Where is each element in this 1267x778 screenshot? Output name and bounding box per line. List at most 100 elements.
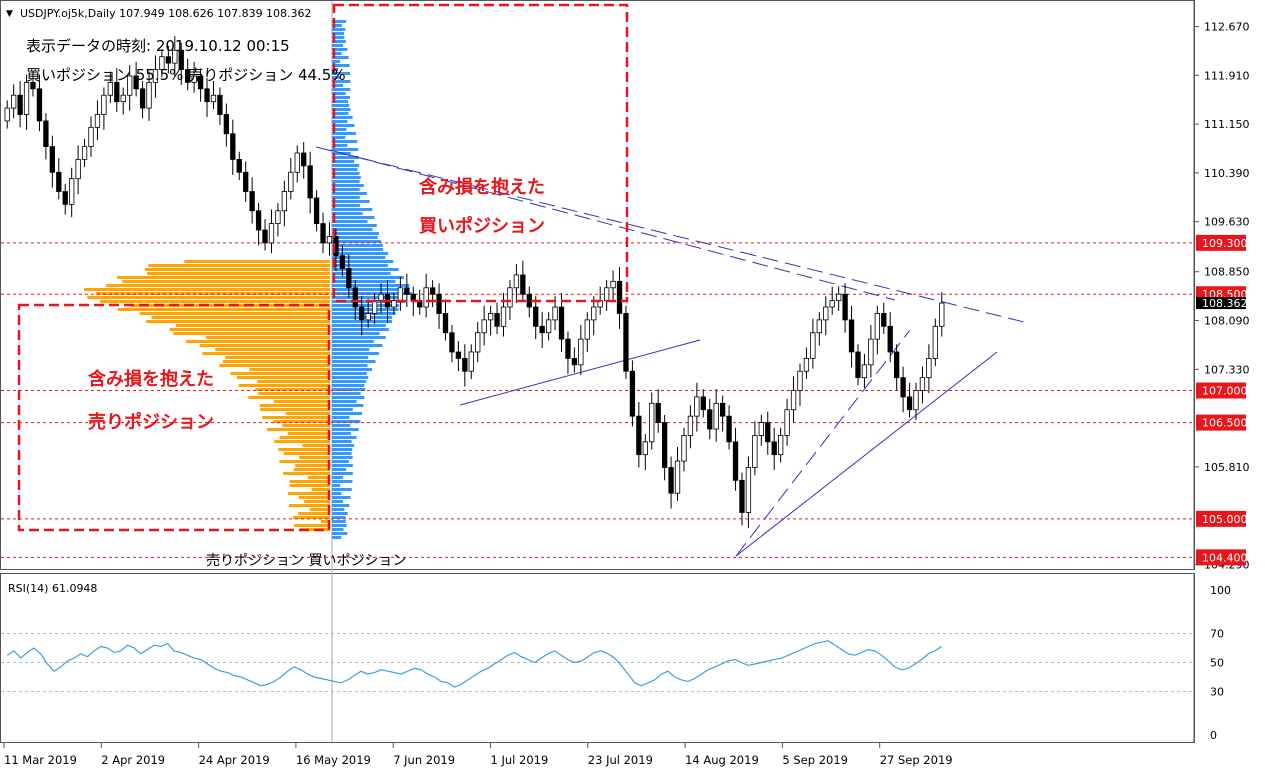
level-tag-label: 105.000 xyxy=(1202,513,1248,526)
candle-body xyxy=(771,441,777,456)
candle-body xyxy=(932,325,938,359)
buy-profile-bar xyxy=(332,224,377,227)
buy-profile-bar xyxy=(332,212,363,215)
candle-body xyxy=(404,287,410,295)
sell-profile-bar xyxy=(287,432,330,435)
buy-profile-bar xyxy=(332,104,350,107)
buy-profile-bar xyxy=(332,364,368,367)
candle-body xyxy=(365,313,371,321)
candle-body xyxy=(120,94,126,103)
time-tick-label: 11 Mar 2019 xyxy=(4,753,77,767)
buy-profile-bar xyxy=(332,396,365,399)
level-tag-label: 104.400 xyxy=(1202,551,1248,564)
time-tick-label: 24 Apr 2019 xyxy=(199,753,270,767)
sell-profile-bar xyxy=(287,492,330,495)
time-tick-label: 23 Jul 2019 xyxy=(588,753,653,767)
candle-body xyxy=(49,146,55,173)
price-tick-label: 107.330 xyxy=(1204,363,1250,376)
buy-profile-bar xyxy=(332,248,384,251)
candle-body xyxy=(500,306,507,327)
candle-body xyxy=(301,152,307,167)
price-tick-label: 111.910 xyxy=(1204,69,1250,82)
candle-body xyxy=(565,338,571,359)
buy-profile-bar xyxy=(332,508,345,511)
candle-body xyxy=(545,319,552,334)
sell-profile-bar xyxy=(139,312,330,315)
candle-body xyxy=(539,325,545,334)
sell-profile-bar xyxy=(257,380,330,383)
sell-profile-bar xyxy=(302,444,330,447)
sell-profile-bar xyxy=(147,272,330,275)
buy-profile-bar xyxy=(332,484,341,487)
sell-profile-bar xyxy=(279,460,330,463)
buy-profile-bar xyxy=(332,120,348,123)
candle-body xyxy=(894,351,900,379)
buy-profile-bar xyxy=(332,124,355,127)
candle-body xyxy=(939,302,945,327)
sell-profile-bar xyxy=(122,280,330,283)
candle-body xyxy=(339,255,346,269)
sell-profile-bar xyxy=(238,384,330,387)
sell-profile-bar xyxy=(184,260,330,263)
candle-body xyxy=(139,88,146,109)
candle-body xyxy=(146,81,152,109)
buy-profile-bar xyxy=(332,220,368,223)
time-tick-label: 14 Aug 2019 xyxy=(685,753,759,767)
sell-profile-bar xyxy=(106,284,330,287)
candle-body xyxy=(674,460,681,494)
dropdown-arrow-icon[interactable]: ▼ xyxy=(6,9,13,19)
buy-profile-bar xyxy=(332,132,356,135)
rsi-grid xyxy=(1,633,1194,692)
time-tick-label: 1 Jul 2019 xyxy=(491,753,549,767)
candle-body xyxy=(23,81,30,115)
candle-body xyxy=(719,402,726,417)
candle-body xyxy=(571,357,578,366)
sell-profile-bar xyxy=(298,496,330,499)
sell-profile-bar xyxy=(259,408,330,411)
time-tick-label: 2 Apr 2019 xyxy=(101,753,165,767)
candle-body xyxy=(649,402,655,443)
candle-body xyxy=(636,415,642,456)
sell-profile-bar xyxy=(144,268,330,271)
rsi-tick-label: 70 xyxy=(1210,628,1224,641)
candle-body xyxy=(4,107,10,122)
sell-profile-bar xyxy=(298,512,330,515)
buy-profile-bar xyxy=(332,360,376,363)
candle-body xyxy=(816,319,822,334)
sell-profile-bar xyxy=(222,360,330,363)
candle-body xyxy=(449,332,455,353)
candle-body xyxy=(36,88,43,122)
price-tick-label: 108.090 xyxy=(1204,315,1250,328)
sell-profile-bar xyxy=(199,344,330,347)
buy-profile-bar xyxy=(332,288,404,291)
sell-profile-bar xyxy=(279,436,330,439)
candle-body xyxy=(397,287,404,302)
candle-body xyxy=(668,467,674,494)
candle-body xyxy=(223,114,230,135)
time-tick-label: 5 Sep 2019 xyxy=(782,753,848,767)
sell-profile-bar xyxy=(117,276,330,279)
candle-body xyxy=(829,300,835,308)
trendlines xyxy=(315,146,1029,557)
buy-annotation-line1: 含み損を抱えた xyxy=(419,176,545,198)
candle-body xyxy=(700,396,706,411)
sell-profile-bar xyxy=(274,440,330,443)
buy-profile-bar xyxy=(332,512,348,515)
price-tick-label: 109.630 xyxy=(1204,216,1250,229)
sell-profile-bar xyxy=(299,456,330,459)
buy-profile-bar xyxy=(332,444,355,447)
sell-profile-bar xyxy=(307,476,330,479)
candle-body xyxy=(797,370,803,391)
candle-body xyxy=(455,351,462,359)
candle-body xyxy=(726,415,732,443)
buy-profile-bar xyxy=(332,88,351,91)
buy-profile-bar xyxy=(332,172,360,175)
buy-profile-bar xyxy=(332,404,364,407)
candle-body xyxy=(707,409,713,430)
trendline-rise-dashed xyxy=(735,329,911,557)
rsi-tick-label: 100 xyxy=(1210,584,1231,597)
buy-profile-bar xyxy=(332,432,351,435)
candle-body xyxy=(81,146,88,160)
buy-profile-bar xyxy=(332,184,364,187)
sell-profile-bar xyxy=(248,396,330,399)
